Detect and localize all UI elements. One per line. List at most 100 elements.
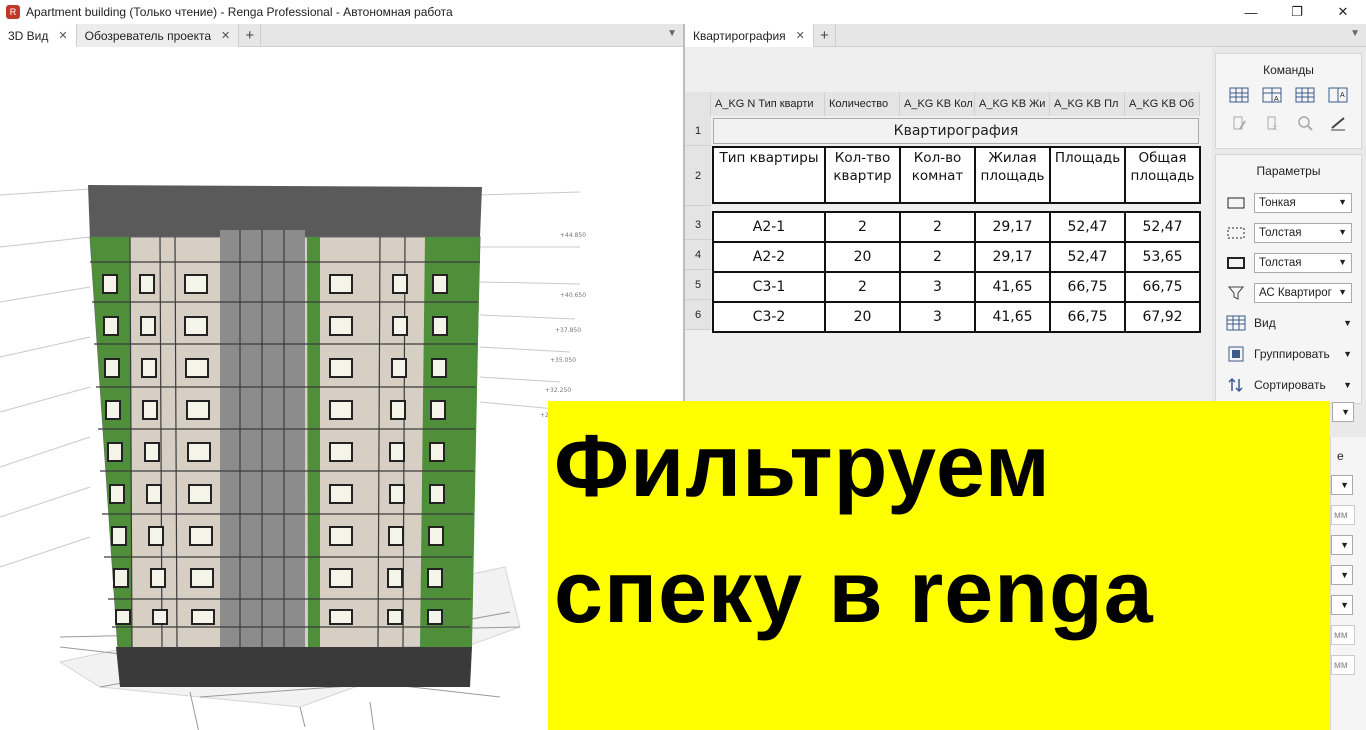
row-number[interactable]: 4 (685, 240, 711, 270)
header-cell[interactable]: Кол-тво квартир (824, 146, 901, 204)
size-field[interactable]: мм (1331, 625, 1355, 645)
banner-line-2: спеку в renga (554, 542, 1154, 641)
row-number[interactable]: 2 (685, 146, 711, 206)
column-header[interactable]: A_KG KB Жи (975, 92, 1050, 116)
table-cell[interactable]: 66,75 (1124, 271, 1201, 303)
header-cell[interactable]: Общая площадь (1124, 146, 1201, 204)
column-header[interactable]: A_KG KB Кол (900, 92, 975, 116)
table-cell[interactable]: С3-1 (712, 271, 826, 303)
header-cell[interactable]: Площадь (1049, 146, 1126, 204)
header-cell[interactable]: Кол-во комнат (899, 146, 976, 204)
table-cell[interactable]: 67,92 (1124, 301, 1201, 333)
style-select[interactable]: ▼ (1331, 475, 1353, 495)
style-select[interactable]: ▼ (1332, 402, 1354, 422)
banner-line-1: Фильтруем (554, 416, 1051, 515)
table-cell[interactable]: 66,75 (1049, 301, 1126, 333)
zoom-icon[interactable] (1294, 113, 1316, 133)
left-tabbar: 3D Вид ✕ Обозреватель проекта ✕ + ▼ (0, 24, 683, 47)
table-cell[interactable]: 29,17 (974, 211, 1051, 243)
tab-list-chevron-icon[interactable]: ▼ (1350, 28, 1360, 39)
close-icon[interactable]: ✕ (796, 29, 805, 42)
column-header[interactable]: A_KG N Тип кварти (711, 92, 825, 116)
thin-line-icon (1226, 194, 1246, 212)
delete-cell-icon[interactable]: x (1261, 113, 1283, 133)
header-cell[interactable]: Тип квартиры (712, 146, 826, 204)
tab-label: Квартирография (693, 28, 786, 43)
table-cell[interactable]: 2 (899, 241, 976, 273)
table-cell[interactable]: 41,65 (974, 301, 1051, 333)
tab-3d-view[interactable]: 3D Вид ✕ (0, 24, 77, 47)
close-icon[interactable]: ✕ (221, 29, 230, 42)
row-number[interactable]: 3 (685, 210, 711, 240)
add-tab-button[interactable]: + (814, 24, 836, 47)
insert-column-right-icon[interactable]: A (1327, 85, 1349, 105)
chevron-down-icon: ▼ (1340, 480, 1349, 490)
view-menu[interactable]: Вид ▼ (1254, 316, 1352, 330)
filter-select[interactable]: АС Квартирог ▼ (1254, 283, 1352, 303)
thin-line-select[interactable]: Тонкая ▼ (1254, 193, 1352, 213)
row-number[interactable]: 5 (685, 270, 711, 300)
table-cell[interactable]: А2-2 (712, 241, 826, 273)
window-title: Apartment building (Только чтение) - Ren… (26, 5, 453, 19)
schedule-title[interactable]: Квартирография (713, 118, 1199, 144)
svg-text:x: x (1273, 123, 1277, 131)
row-number[interactable]: 6 (685, 300, 711, 330)
svg-text:+40.650: +40.650 (560, 292, 586, 299)
close-icon[interactable]: ✕ (58, 29, 67, 42)
thick-line-select[interactable]: Толстая ▼ (1254, 253, 1352, 273)
style-select[interactable]: ▼ (1331, 595, 1353, 615)
tab-project-explorer[interactable]: Обозреватель проекта ✕ (76, 24, 240, 47)
table-cell[interactable]: А2-1 (712, 211, 826, 243)
table-cell[interactable]: 52,47 (1049, 241, 1126, 273)
add-tab-button[interactable]: + (239, 24, 262, 47)
sort-menu[interactable]: Сортировать ▼ (1254, 378, 1352, 392)
column-header[interactable]: Количество (825, 92, 900, 116)
group-menu[interactable]: Группировать ▼ (1254, 347, 1352, 361)
select-value: Толстая (1259, 257, 1302, 269)
table-cell[interactable]: 20 (824, 301, 901, 333)
size-field[interactable]: мм (1331, 505, 1355, 525)
chevron-down-icon: ▼ (1343, 318, 1352, 328)
svg-text:+44.850: +44.850 (560, 232, 586, 239)
chevron-down-icon: ▼ (1343, 380, 1352, 390)
table-cell[interactable]: 2 (824, 211, 901, 243)
parameters-title: Параметры (1256, 164, 1321, 178)
chevron-down-icon: ▼ (1338, 227, 1347, 237)
chevron-down-icon: ▼ (1341, 407, 1350, 417)
table-cell[interactable]: 3 (899, 271, 976, 303)
unit-label: мм (1334, 659, 1348, 671)
table-cell[interactable]: 2 (824, 271, 901, 303)
maximize-button[interactable]: ❐ (1274, 0, 1320, 24)
table-cell[interactable]: 20 (824, 241, 901, 273)
table-cell[interactable]: 2 (899, 211, 976, 243)
insert-row-below-icon[interactable]: A (1261, 85, 1283, 105)
minimize-button[interactable]: — (1228, 0, 1274, 24)
table-cell[interactable]: 53,65 (1124, 241, 1201, 273)
tab-apartment-schedule[interactable]: Квартирография ✕ (685, 24, 814, 47)
border-line-select[interactable]: Толстая ▼ (1254, 223, 1352, 243)
table-cell[interactable]: 66,75 (1049, 271, 1126, 303)
insert-column-icon[interactable] (1294, 85, 1316, 105)
border-line-icon (1226, 224, 1246, 242)
size-field[interactable]: мм (1331, 655, 1355, 675)
row-number[interactable]: 1 (685, 116, 711, 146)
edit-cell-icon[interactable] (1228, 113, 1250, 133)
unit-label: мм (1334, 509, 1348, 521)
pencil-icon[interactable] (1327, 113, 1349, 133)
tab-list-chevron-icon[interactable]: ▼ (667, 28, 677, 39)
table-cell[interactable]: 29,17 (974, 241, 1051, 273)
style-select[interactable]: ▼ (1331, 565, 1353, 585)
table-cell[interactable]: 52,47 (1124, 211, 1201, 243)
close-button[interactable]: ✕ (1320, 0, 1366, 24)
table-cell[interactable]: 3 (899, 301, 976, 333)
table-cell[interactable]: 52,47 (1049, 211, 1126, 243)
menu-label: Сортировать (1254, 378, 1326, 392)
column-header[interactable]: A_KG KB Пл (1050, 92, 1125, 116)
table-cell[interactable]: С3-2 (712, 301, 826, 333)
table-cell[interactable]: 41,65 (974, 271, 1051, 303)
style-select[interactable]: ▼ (1331, 535, 1353, 555)
view-grid-icon (1226, 314, 1246, 332)
insert-row-above-icon[interactable] (1228, 85, 1250, 105)
header-cell[interactable]: Жилая площадь (974, 146, 1051, 204)
column-header[interactable]: A_KG KB Об (1125, 92, 1200, 116)
